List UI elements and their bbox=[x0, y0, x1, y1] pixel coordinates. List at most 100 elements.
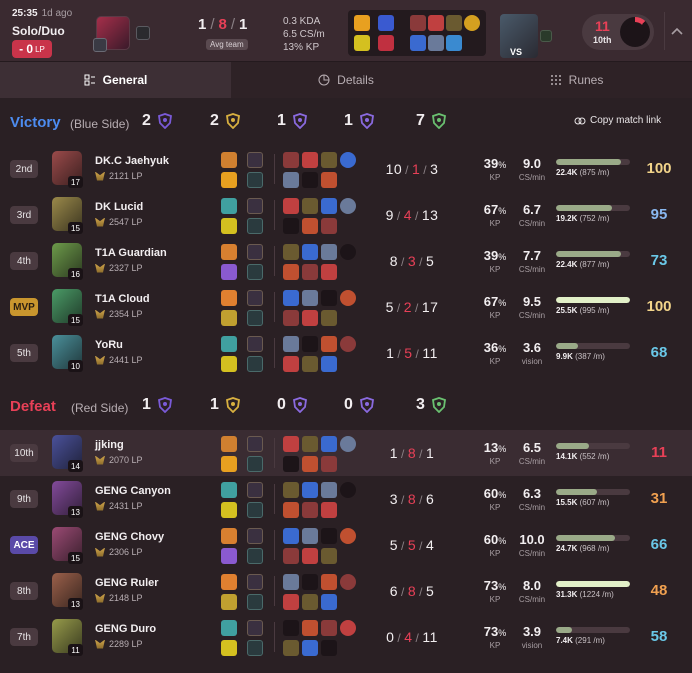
match-tabs: General Details Runes bbox=[0, 62, 692, 98]
champion-level: 15 bbox=[68, 222, 83, 234]
rank-crest-icon bbox=[95, 455, 105, 465]
match-rank-pill: 11 10th bbox=[582, 14, 654, 50]
item-icon bbox=[283, 218, 299, 234]
item-icon bbox=[321, 218, 337, 234]
damage-bar bbox=[556, 489, 630, 495]
item-icon bbox=[302, 528, 318, 544]
item-icon bbox=[321, 594, 337, 610]
damage-bar bbox=[556, 443, 630, 449]
tab-details[interactable]: Details bbox=[231, 62, 461, 98]
collapse-chevron-icon[interactable] bbox=[664, 12, 688, 50]
kill-participation: 39% KP bbox=[483, 156, 507, 182]
kill-participation: 36% KP bbox=[483, 340, 507, 366]
pie-chart-icon bbox=[318, 74, 330, 86]
item-icon bbox=[321, 502, 337, 518]
rank-crest-icon bbox=[95, 547, 105, 557]
list-icon bbox=[84, 74, 95, 86]
placement-badge: MVP bbox=[10, 298, 38, 316]
player-row[interactable]: 8th 13 GENG Ruler 2148 LP 6/8/5 73% KP 8.0 CS/mi… bbox=[0, 568, 692, 614]
item-icon bbox=[321, 620, 337, 636]
secondary-rune-icon bbox=[247, 502, 263, 518]
damage-dealt: 7.4K (291 /m) bbox=[556, 627, 630, 645]
placement-badge: 8th bbox=[10, 582, 38, 600]
player-row[interactable]: ACE 15 GENG Chovy 2306 LP 5/5/4 60% KP 10.0 CS/m… bbox=[0, 522, 692, 568]
item-icon bbox=[302, 574, 318, 590]
champion-level: 15 bbox=[68, 552, 83, 564]
player-row[interactable]: 7th 11 GENG Duro 2289 LP 0/4/11 73% KP 3.9 visio… bbox=[0, 614, 692, 660]
player-name[interactable]: GENG Canyon bbox=[95, 485, 171, 497]
champion-level: 10 bbox=[68, 360, 83, 372]
secondary-rune-icon bbox=[247, 640, 263, 656]
player-row[interactable]: 2nd 17 DK.C Jaehyuk 2121 LP 10/1/3 39% KP 9.0 CS… bbox=[0, 146, 692, 192]
player-kda: 1/5/11 bbox=[386, 345, 438, 361]
summary-items bbox=[348, 10, 486, 56]
item-icon bbox=[302, 264, 318, 280]
secondary-rune-icon bbox=[247, 548, 263, 564]
player-row[interactable]: 5th 10 YoRu 2441 LP 1/5/11 36% KP 3.6 vision 9.9… bbox=[0, 330, 692, 376]
player-row[interactable]: 3rd 15 DK Lucid 2547 LP 9/4/13 67% KP 6.7 CS/min… bbox=[0, 192, 692, 238]
player-name[interactable]: GENG Chovy bbox=[95, 531, 164, 543]
player-row[interactable]: 10th 14 jjking 2070 LP 1/8/1 13% KP 6.5 CS/min 1… bbox=[0, 430, 692, 476]
player-row[interactable]: 4th 16 T1A Guardian 2327 LP 8/3/5 39% KP 7.7 CS/… bbox=[0, 238, 692, 284]
kill-participation: 73% KP bbox=[483, 624, 507, 650]
trinket-icon bbox=[340, 152, 356, 168]
summoner-spell-icon bbox=[221, 152, 237, 168]
team-side: (Blue Side) bbox=[70, 117, 130, 131]
player-lp: 2354 LP bbox=[95, 309, 143, 319]
summary-kda: 1/8/1 bbox=[198, 16, 249, 33]
item-icon bbox=[302, 198, 318, 214]
item-icon bbox=[283, 436, 299, 452]
summoner-spell-icon bbox=[221, 198, 237, 214]
player-name[interactable]: jjking bbox=[95, 439, 124, 451]
placement-badge: ACE bbox=[10, 536, 38, 554]
match-summary-bar[interactable]: 25:35 1d ago Solo/Duo - 0 LP 1/8/1 Avg tea… bbox=[0, 0, 692, 62]
tab-general[interactable]: General bbox=[0, 62, 231, 98]
rune-keystone-icon bbox=[378, 15, 394, 31]
secondary-rune-icon bbox=[247, 264, 263, 280]
player-kda: 10/1/3 bbox=[385, 161, 439, 177]
objective-count: 1 bbox=[142, 396, 173, 414]
damage-dealt: 31.3K (1224 /m) bbox=[556, 581, 630, 599]
ignite-spell-icon bbox=[354, 35, 370, 51]
avg-team-badge: Avg team bbox=[206, 39, 248, 50]
cs-per-min: 9.5 CS/min bbox=[518, 294, 546, 320]
player-row[interactable]: MVP 15 T1A Cloud 2354 LP 5/2/17 67% KP 9.5 CS/mi… bbox=[0, 284, 692, 330]
trinket-icon bbox=[340, 482, 356, 498]
item-icon bbox=[302, 310, 318, 326]
player-name[interactable]: YoRu bbox=[95, 339, 123, 351]
player-name[interactable]: DK.C Jaehyuk bbox=[95, 155, 169, 167]
tab-runes[interactable]: Runes bbox=[461, 62, 692, 98]
damage-bar bbox=[556, 535, 630, 541]
cs-per-min: 6.5 CS/m bbox=[283, 29, 325, 40]
divider bbox=[274, 484, 275, 514]
rank-crest-icon bbox=[95, 171, 105, 181]
copy-match-link-button[interactable]: Copy match link bbox=[574, 115, 661, 126]
flash-spell-icon bbox=[354, 15, 370, 31]
kill-participation: 67% KP bbox=[483, 202, 507, 228]
performance-score: 66 bbox=[650, 536, 668, 553]
damage-dealt: 19.2K (752 /m) bbox=[556, 205, 630, 223]
player-kda: 1/8/1 bbox=[389, 445, 435, 461]
rank-emblem-icon bbox=[93, 38, 107, 52]
dragon-icon bbox=[225, 113, 240, 129]
player-name[interactable]: T1A Guardian bbox=[95, 247, 167, 259]
item-icon bbox=[302, 218, 318, 234]
player-row[interactable]: 9th 13 GENG Canyon 2431 LP 3/8/6 60% KP 6.3 CS/m… bbox=[0, 476, 692, 522]
dragon-icon bbox=[225, 397, 240, 413]
keystone-rune-icon bbox=[247, 620, 263, 636]
objective-count: 0 bbox=[277, 396, 308, 414]
tab-general-label: General bbox=[102, 73, 148, 87]
herald-icon bbox=[292, 397, 307, 413]
keystone-rune-icon bbox=[247, 574, 263, 590]
player-kda: 6/8/5 bbox=[389, 583, 435, 599]
queue-type: Solo/Duo bbox=[12, 24, 65, 38]
item-icon bbox=[302, 456, 318, 472]
player-name[interactable]: DK Lucid bbox=[95, 201, 143, 213]
damage-dealt: 15.5K (607 /m) bbox=[556, 489, 630, 507]
player-name[interactable]: GENG Duro bbox=[95, 623, 156, 635]
rank-crest-icon bbox=[95, 639, 105, 649]
placement-badge: 2nd bbox=[10, 160, 38, 178]
item-icon bbox=[321, 264, 337, 280]
player-name[interactable]: T1A Cloud bbox=[95, 293, 150, 305]
player-name[interactable]: GENG Ruler bbox=[95, 577, 159, 589]
